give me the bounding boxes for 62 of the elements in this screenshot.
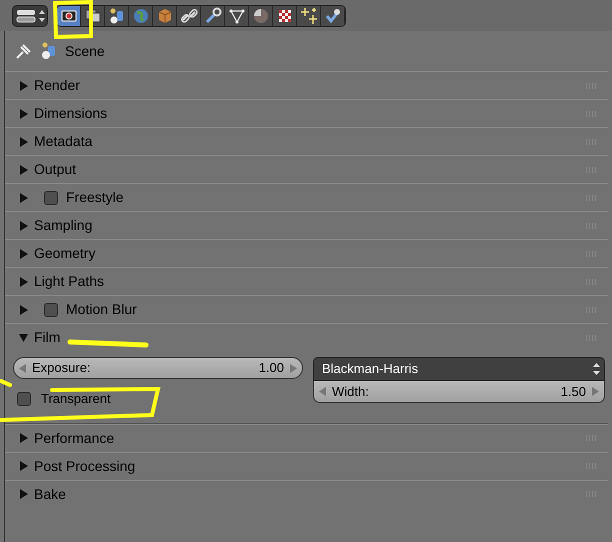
drag-grip-icon[interactable] (586, 194, 598, 200)
collapsed-arrow-icon (19, 220, 28, 230)
properties-tab[interactable] (249, 6, 273, 26)
collapsed-arrow-icon (19, 489, 28, 499)
editor-type-button[interactable] (12, 4, 48, 26)
drag-grip-icon[interactable] (586, 222, 598, 228)
properties-tab[interactable] (201, 6, 225, 26)
sphere-icon (252, 6, 270, 24)
properties-tab[interactable] (273, 6, 297, 26)
width-number-field[interactable]: Width: 1.50 (313, 381, 605, 403)
scene-icon (108, 6, 126, 24)
drag-grip-icon[interactable] (586, 138, 598, 144)
collapsed-arrow-icon (19, 276, 28, 286)
collapsed-arrow-icon (19, 192, 28, 202)
up-down-arrows-icon (593, 362, 600, 376)
collapsed-arrow-icon (19, 80, 28, 90)
collapsed-arrow-icon (19, 433, 28, 443)
left-arrow-icon[interactable] (319, 387, 326, 396)
properties-tab[interactable] (57, 6, 81, 26)
chain-link-icon (180, 6, 198, 24)
properties-tab[interactable] (105, 6, 129, 26)
toggle-icon (16, 8, 36, 22)
filter-dropdown[interactable]: Blackman-Harris (313, 357, 605, 381)
wrench-icon (204, 6, 222, 24)
properties-tab[interactable] (225, 6, 249, 26)
checkbox-label: Transparent (41, 390, 111, 408)
checkmark-ball-icon (324, 6, 342, 24)
collapsed-arrow-icon (19, 248, 28, 258)
right-arrow-icon[interactable] (592, 387, 599, 396)
sparkle-icon (300, 6, 318, 24)
drag-grip-icon[interactable] (586, 306, 598, 312)
exposure-number-field[interactable]: Exposure: 1.00 (13, 357, 303, 379)
properties-tab[interactable] (321, 6, 345, 26)
highlight-box-annotation (53, 0, 93, 39)
scene-icon (41, 42, 57, 60)
drag-grip-icon[interactable] (586, 110, 598, 116)
drag-grip-icon[interactable] (586, 166, 598, 172)
drag-grip-icon[interactable] (586, 334, 598, 340)
checkbox[interactable] (44, 190, 58, 204)
drag-grip-icon[interactable] (586, 82, 598, 88)
drag-grip-icon[interactable] (586, 435, 598, 441)
globe-icon (132, 6, 150, 24)
checkbox[interactable] (44, 302, 58, 316)
collapsed-arrow-icon (19, 461, 28, 471)
properties-tab[interactable] (177, 6, 201, 26)
left-arrow-icon[interactable] (19, 364, 26, 372)
triangle-vertices-icon (228, 6, 246, 24)
expanded-arrow-icon (19, 332, 28, 342)
collapsed-arrow-icon (19, 164, 28, 174)
collapsed-arrow-icon (19, 304, 28, 314)
right-arrow-icon[interactable] (290, 364, 297, 372)
drag-grip-icon[interactable] (586, 463, 598, 469)
image-stack-icon (84, 6, 102, 24)
collapsed-arrow-icon (19, 108, 28, 118)
drag-grip-icon[interactable] (586, 278, 598, 284)
collapsed-arrow-icon (19, 136, 28, 146)
context-label: Scene (65, 42, 105, 60)
up-down-arrows-icon (38, 8, 44, 22)
checkbox[interactable] (17, 392, 31, 406)
drag-grip-icon[interactable] (586, 491, 598, 497)
properties-tab[interactable] (297, 6, 321, 26)
drag-grip-icon[interactable] (586, 250, 598, 256)
